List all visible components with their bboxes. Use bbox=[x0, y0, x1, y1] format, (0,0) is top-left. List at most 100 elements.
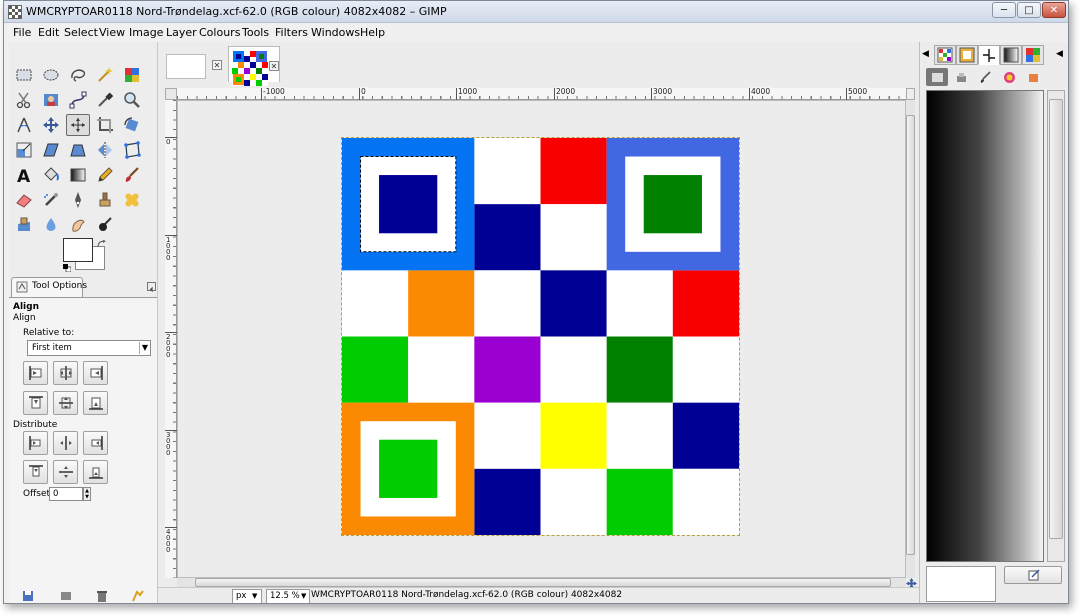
shear-icon[interactable] bbox=[39, 139, 63, 161]
maximize-button[interactable]: □ bbox=[1017, 2, 1041, 18]
chevron-down-icon[interactable]: ▼ bbox=[252, 592, 257, 600]
distribute-center-button[interactable] bbox=[53, 431, 78, 455]
reset-options-icon[interactable] bbox=[131, 589, 145, 603]
clone-icon[interactable] bbox=[93, 189, 117, 211]
tab-brushes[interactable] bbox=[956, 45, 978, 65]
chevron-down-icon[interactable]: ▼ bbox=[301, 592, 306, 600]
perspective-clone-icon[interactable] bbox=[12, 214, 36, 236]
horizontal-scrollbar-thumb[interactable] bbox=[195, 578, 891, 587]
dock-scrollbar[interactable] bbox=[1047, 90, 1065, 562]
close-button[interactable]: ✕ bbox=[1042, 2, 1066, 18]
measure-icon[interactable] bbox=[12, 114, 36, 136]
grid-cell[interactable] bbox=[672, 468, 739, 535]
grid-cell[interactable] bbox=[474, 204, 541, 271]
grid-cell[interactable] bbox=[606, 468, 673, 535]
offset-spin-icon[interactable]: ▲ ▼ bbox=[83, 487, 91, 501]
big-square-center[interactable] bbox=[643, 175, 702, 234]
save-options-icon[interactable] bbox=[21, 589, 35, 603]
menu-colours[interactable]: Colours bbox=[199, 26, 240, 39]
grid-cell[interactable] bbox=[474, 336, 541, 403]
align-center-button[interactable] bbox=[53, 361, 78, 385]
ruler-corner[interactable] bbox=[165, 88, 177, 100]
rect-select-icon[interactable] bbox=[12, 64, 36, 86]
grid-cell[interactable] bbox=[474, 402, 541, 469]
foreground-select-icon[interactable] bbox=[39, 89, 63, 111]
grid-cell[interactable] bbox=[540, 336, 607, 403]
default-colors-icon[interactable] bbox=[63, 262, 72, 273]
vertical-ruler[interactable]: 0 1000 2000 3000 4000 bbox=[165, 100, 177, 578]
menu-image[interactable]: Image bbox=[129, 26, 163, 39]
image-tab-2[interactable]: ✕ bbox=[228, 46, 280, 86]
grid-cell[interactable] bbox=[408, 270, 475, 337]
ellipse-select-icon[interactable] bbox=[39, 64, 63, 86]
zoom-follow-toggle[interactable] bbox=[906, 88, 915, 100]
foreground-color-swatch[interactable] bbox=[63, 238, 93, 262]
color-picker-icon[interactable] bbox=[93, 89, 117, 111]
pencil-icon[interactable] bbox=[93, 164, 117, 186]
menu-windows[interactable]: Windows bbox=[311, 26, 360, 39]
tab-tool-options[interactable]: Tool Options bbox=[11, 277, 87, 297]
zoom-select[interactable]: 12.5 % ▼ bbox=[266, 589, 310, 603]
menu-view[interactable]: View bbox=[99, 26, 125, 39]
restore-options-icon[interactable] bbox=[59, 589, 73, 603]
horizontal-scrollbar[interactable] bbox=[177, 578, 906, 587]
scale-icon[interactable] bbox=[12, 139, 36, 161]
swap-colors-icon[interactable] bbox=[97, 238, 107, 248]
move-icon[interactable] bbox=[39, 114, 63, 136]
tool-presets-icon[interactable] bbox=[926, 68, 948, 86]
canvas[interactable] bbox=[177, 100, 906, 578]
unit-select[interactable]: px ▼ bbox=[232, 589, 262, 603]
paint-dynamics-icon[interactable] bbox=[974, 68, 996, 86]
tab-menu-icon[interactable] bbox=[147, 282, 156, 293]
bucket-fill-icon[interactable] bbox=[39, 164, 63, 186]
vertical-scrollbar-thumb[interactable] bbox=[906, 115, 915, 555]
ink-icon[interactable] bbox=[66, 189, 90, 211]
grid-cell[interactable] bbox=[342, 336, 409, 403]
airbrush-icon[interactable] bbox=[39, 189, 63, 211]
distribute-right-button[interactable] bbox=[83, 431, 108, 455]
delete-options-icon[interactable] bbox=[95, 589, 109, 603]
menu-select[interactable]: Select bbox=[64, 26, 98, 39]
blur-icon[interactable] bbox=[39, 214, 63, 236]
grid-cell[interactable] bbox=[672, 270, 739, 337]
zoom-icon[interactable] bbox=[120, 89, 144, 111]
minimize-button[interactable]: ─ bbox=[992, 2, 1016, 18]
image-tab-1[interactable]: ✕ bbox=[162, 46, 226, 82]
grid-cell[interactable] bbox=[606, 336, 673, 403]
menu-layer[interactable]: Layer bbox=[166, 26, 197, 39]
grid-cell[interactable] bbox=[474, 138, 541, 205]
grid-cell[interactable] bbox=[540, 468, 607, 535]
flip-icon[interactable] bbox=[93, 139, 117, 161]
distribute-bottom-button[interactable] bbox=[83, 460, 108, 484]
dock-scrollbar-thumb[interactable] bbox=[1049, 99, 1063, 539]
fg-bg-color-area[interactable] bbox=[63, 238, 109, 273]
menu-help[interactable]: Help bbox=[360, 26, 385, 39]
align-icon[interactable] bbox=[66, 114, 90, 136]
vertical-scrollbar[interactable] bbox=[906, 100, 915, 578]
big-square-center[interactable] bbox=[379, 439, 438, 498]
edit-gradient-button[interactable] bbox=[1004, 566, 1062, 584]
colors-icon[interactable] bbox=[998, 68, 1020, 86]
offset-input[interactable]: 0 bbox=[49, 487, 83, 501]
grid-cell[interactable] bbox=[474, 468, 541, 535]
distribute-left-button[interactable] bbox=[23, 431, 48, 455]
chevron-down-icon[interactable]: ▼ bbox=[139, 342, 150, 354]
eraser-icon[interactable] bbox=[12, 189, 36, 211]
grid-cell[interactable] bbox=[540, 204, 607, 271]
grid-cell[interactable] bbox=[672, 402, 739, 469]
grid-cell[interactable] bbox=[540, 138, 607, 205]
rotate-icon[interactable] bbox=[120, 114, 144, 136]
align-middle-button[interactable] bbox=[53, 391, 78, 415]
align-bottom-button[interactable] bbox=[83, 391, 108, 415]
crop-icon[interactable] bbox=[93, 114, 117, 136]
align-right-button[interactable] bbox=[83, 361, 108, 385]
devices-icon[interactable] bbox=[950, 68, 972, 86]
free-select-icon[interactable] bbox=[66, 64, 90, 86]
align-top-button[interactable] bbox=[23, 391, 48, 415]
image-content[interactable] bbox=[341, 137, 740, 536]
gradient-preview[interactable] bbox=[926, 90, 1044, 562]
paintbrush-icon[interactable] bbox=[120, 164, 144, 186]
tab-palettes[interactable] bbox=[1022, 45, 1044, 65]
cage-transform-icon[interactable] bbox=[120, 139, 144, 161]
big-square-center[interactable] bbox=[379, 175, 438, 234]
